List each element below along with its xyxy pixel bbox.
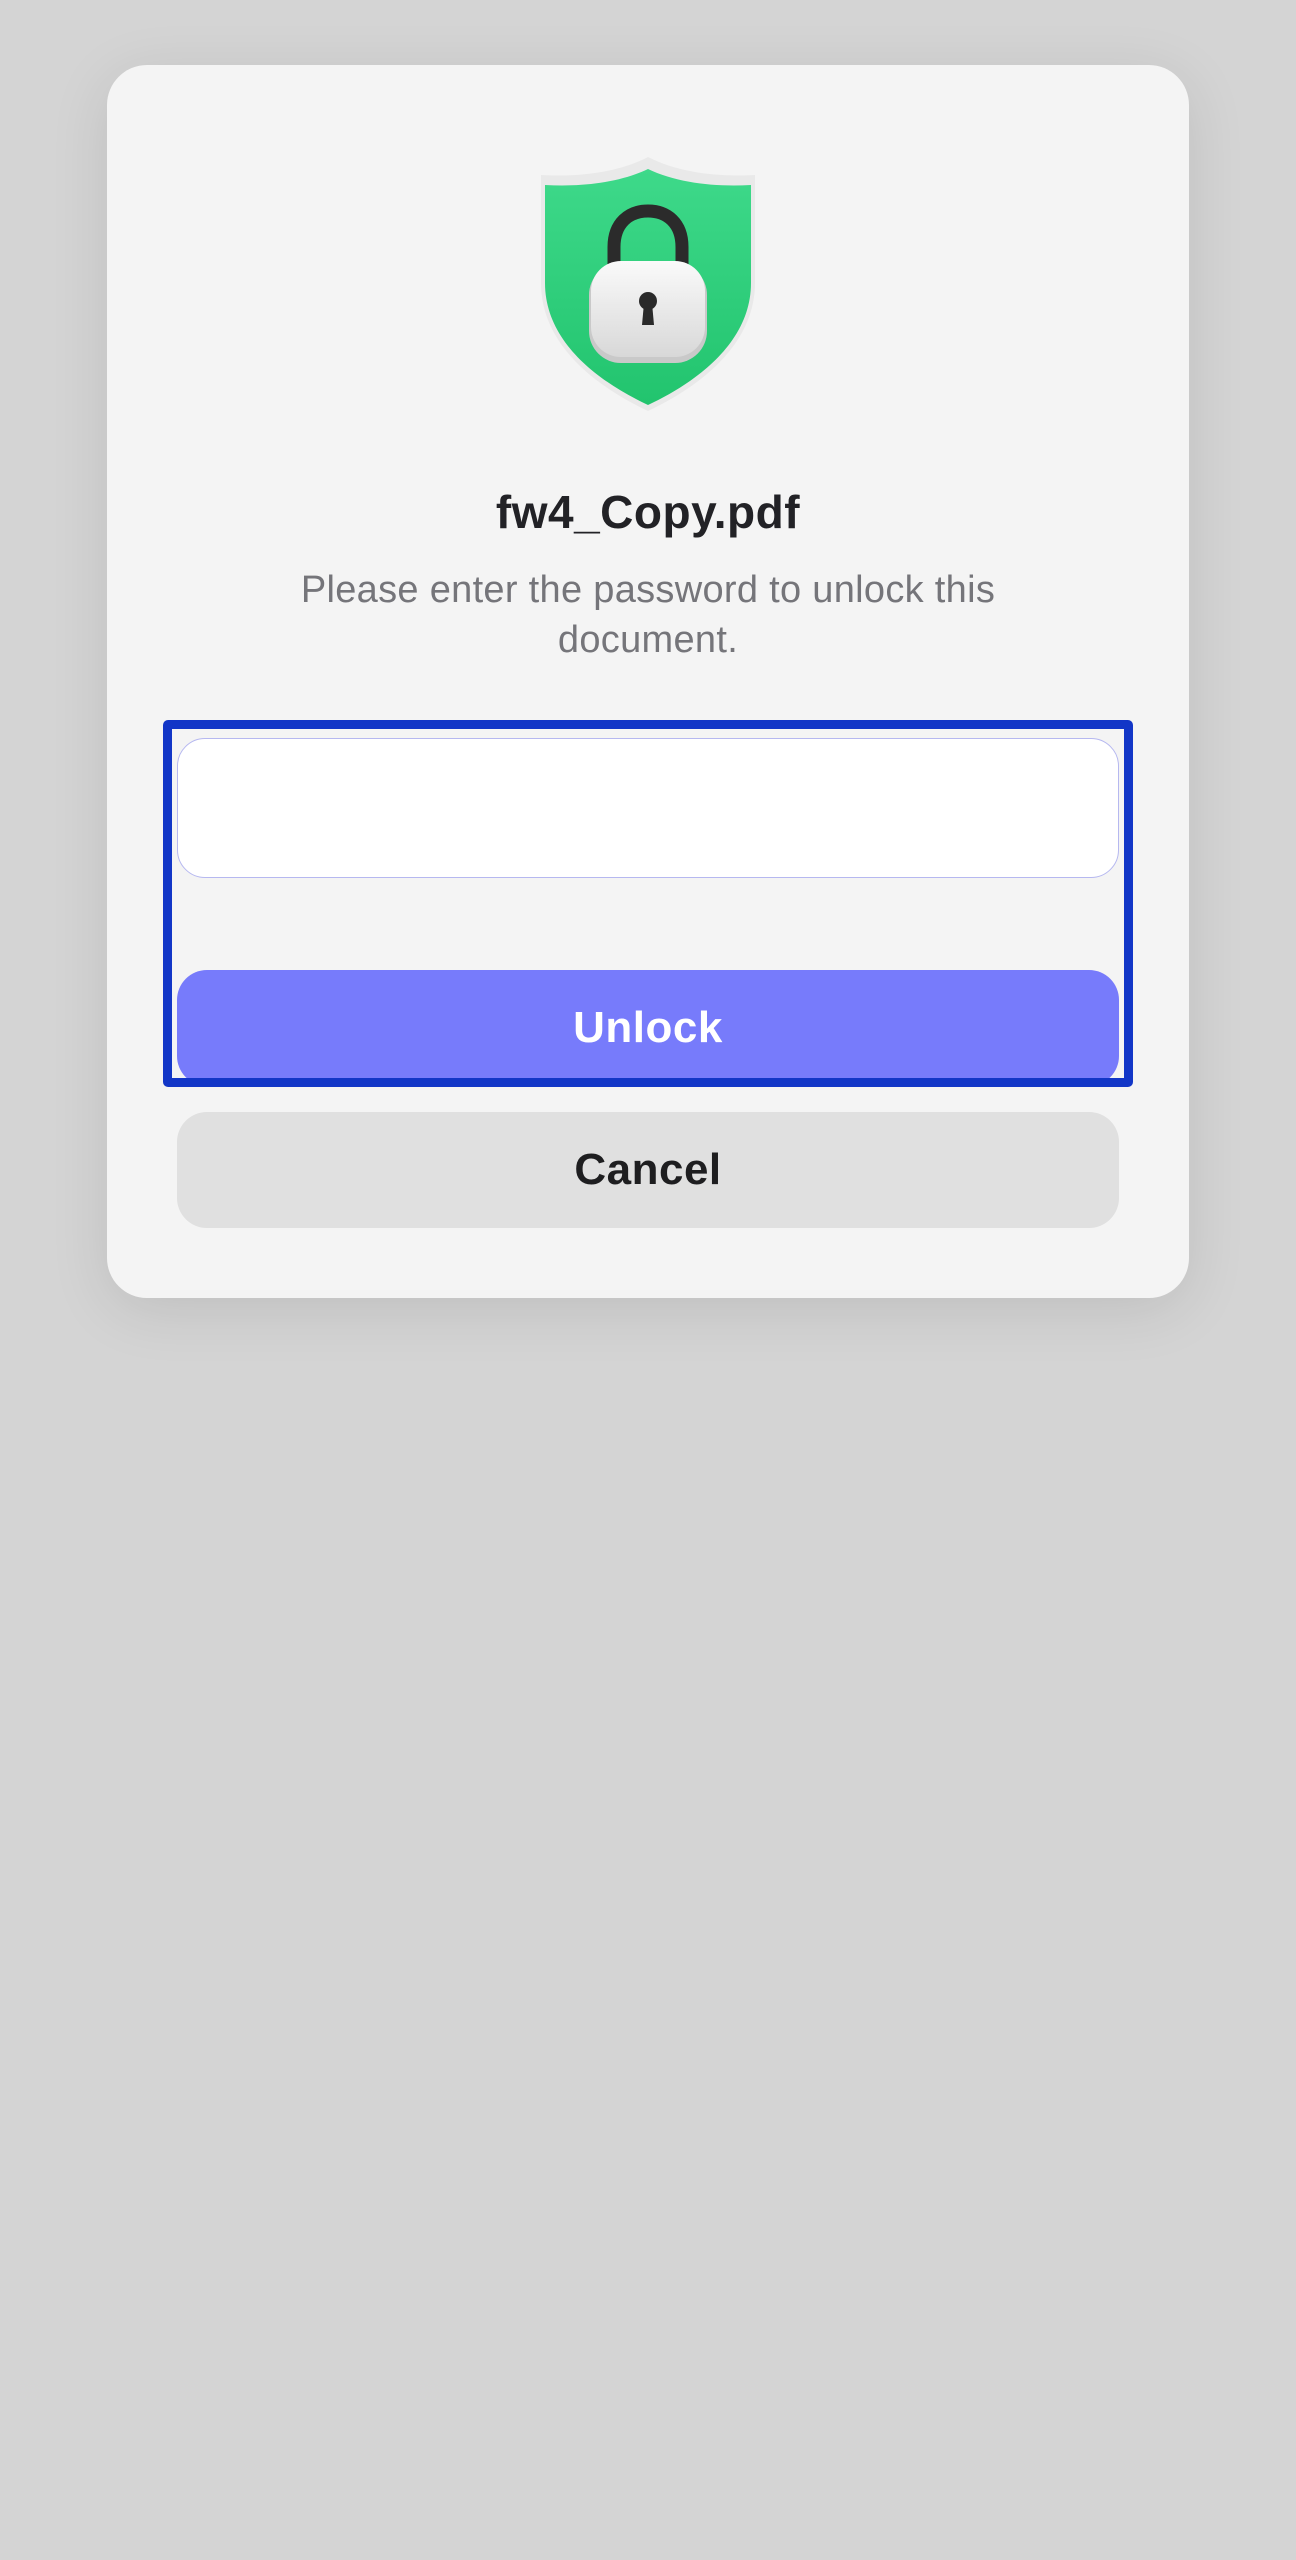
shield-lock-icon: [541, 157, 755, 411]
unlock-button[interactable]: Unlock: [177, 970, 1119, 1086]
cancel-button[interactable]: Cancel: [177, 1112, 1119, 1228]
password-prompt-message: Please enter the password to unlock this…: [300, 569, 996, 661]
document-title: fw4_Copy.pdf: [495, 486, 801, 538]
password-dialog: fw4_Copy.pdf Please enter the password t…: [107, 65, 1189, 1298]
password-field[interactable]: [177, 738, 1119, 878]
